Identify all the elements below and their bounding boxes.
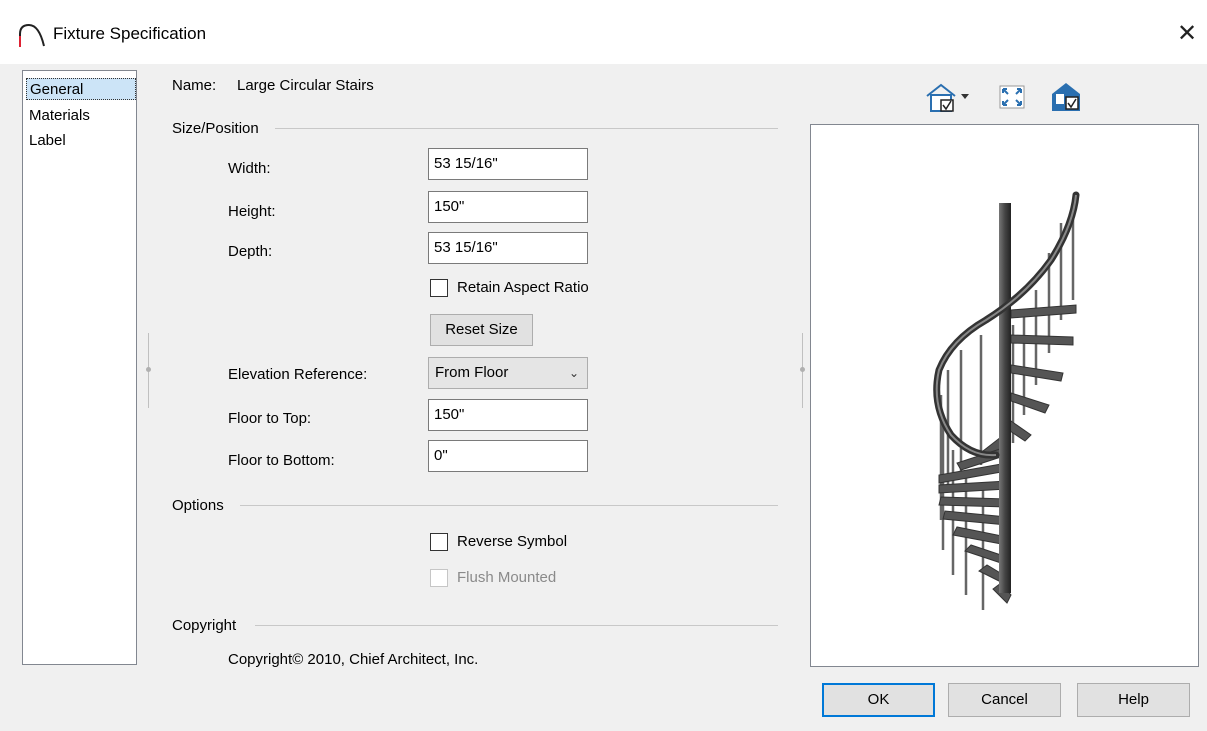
right-splitter-grip (800, 367, 805, 372)
nav-item-general[interactable]: General (26, 78, 136, 100)
help-button[interactable]: Help (1077, 683, 1190, 717)
width-field[interactable]: 53 15/16" (428, 148, 588, 180)
depth-field[interactable]: 53 15/16" (428, 232, 588, 264)
copyright-heading: Copyright (172, 617, 237, 634)
retain-aspect-checkbox[interactable] (430, 279, 448, 297)
nav-item-materials[interactable]: Materials (26, 105, 134, 127)
elevation-reference-value: From Floor (435, 364, 509, 381)
fit-window-icon (999, 85, 1025, 109)
elevation-reference-select[interactable]: From Floor ⌄ (428, 357, 588, 389)
window-title: Fixture Specification (53, 24, 207, 43)
retain-aspect-label: Retain Aspect Ratio (457, 279, 589, 296)
cancel-button[interactable]: Cancel (948, 683, 1061, 717)
floor-to-top-field[interactable]: 150" (428, 399, 588, 431)
name-label: Name: (172, 77, 217, 94)
floor-to-bottom-field[interactable]: 0" (428, 440, 588, 472)
reset-size-button[interactable]: Reset Size (430, 314, 533, 346)
section-divider (255, 625, 778, 626)
fill-window-button[interactable] (996, 80, 1028, 114)
arch-app-icon (19, 23, 45, 47)
floor-to-top-label: Floor to Top: (228, 410, 312, 427)
floor-to-bottom-label: Floor to Bottom: (228, 452, 335, 469)
depth-label: Depth: (228, 243, 273, 260)
ok-button[interactable]: OK (822, 683, 935, 717)
chevron-down-icon: ⌄ (568, 366, 579, 380)
title-bar: Fixture Specification ✕ (0, 0, 1207, 64)
section-divider (240, 505, 778, 506)
view-dropdown-button[interactable] (924, 80, 972, 114)
spiral-stair-preview (933, 191, 1080, 610)
house-checkbox-icon (1052, 83, 1080, 111)
flush-mounted-checkbox (430, 569, 448, 587)
category-list[interactable]: General Materials Label (22, 70, 137, 665)
house-view-icon (926, 83, 969, 112)
reverse-symbol-checkbox[interactable] (430, 533, 448, 551)
copyright-text: Copyright© 2010, Chief Architect, Inc. (228, 651, 479, 668)
options-heading: Options (172, 497, 224, 514)
close-button[interactable]: ✕ (1170, 16, 1204, 50)
size-position-heading: Size/Position (172, 120, 259, 137)
flush-mounted-label: Flush Mounted (457, 569, 557, 586)
reverse-symbol-label: Reverse Symbol (457, 533, 568, 550)
elevation-reference-label: Elevation Reference: (228, 366, 368, 383)
nav-item-label[interactable]: Label (26, 130, 134, 152)
section-divider (275, 128, 778, 129)
height-field[interactable]: 150" (428, 191, 588, 223)
left-splitter-grip (146, 367, 151, 372)
show-options-button[interactable] (1048, 80, 1084, 114)
preview-pane[interactable] (810, 124, 1199, 667)
name-value: Large Circular Stairs (237, 77, 374, 94)
height-label: Height: (228, 203, 276, 220)
width-label: Width: (228, 160, 271, 177)
close-icon: ✕ (1176, 19, 1198, 47)
